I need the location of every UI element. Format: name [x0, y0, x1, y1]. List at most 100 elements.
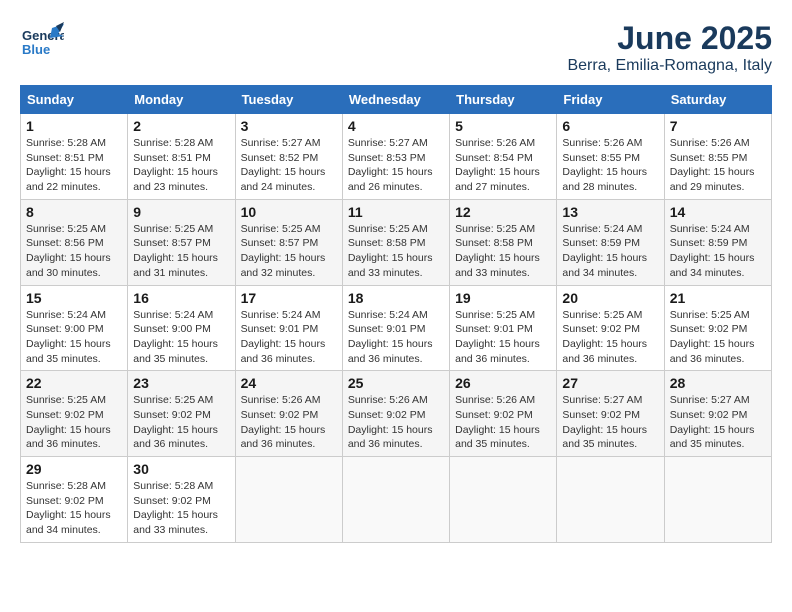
calendar-day-cell: 12 Sunrise: 5:25 AM Sunset: 8:58 PM Dayl…	[450, 199, 557, 285]
sunset-text: Sunset: 9:00 PM	[133, 323, 211, 335]
day-number: 17	[241, 290, 337, 306]
day-number: 15	[26, 290, 122, 306]
day-number: 16	[133, 290, 229, 306]
day-number: 23	[133, 375, 229, 391]
sunrise-text: Sunrise: 5:25 AM	[348, 223, 428, 235]
daylight-text: Daylight: 15 hours and 35 minutes.	[455, 424, 540, 451]
day-number: 22	[26, 375, 122, 391]
daylight-text: Daylight: 15 hours and 34 minutes.	[670, 252, 755, 279]
calendar-day-cell: 25 Sunrise: 5:26 AM Sunset: 9:02 PM Dayl…	[342, 371, 449, 457]
calendar-day-cell: 9 Sunrise: 5:25 AM Sunset: 8:57 PM Dayli…	[128, 199, 235, 285]
daylight-text: Daylight: 15 hours and 36 minutes.	[348, 424, 433, 451]
day-number: 6	[562, 118, 658, 134]
title-block: June 2025 Berra, Emilia-Romagna, Italy	[567, 20, 772, 75]
daylight-text: Daylight: 15 hours and 36 minutes.	[26, 424, 111, 451]
header-sunday: Sunday	[21, 86, 128, 114]
daylight-text: Daylight: 15 hours and 22 minutes.	[26, 166, 111, 193]
day-number: 27	[562, 375, 658, 391]
sunrise-text: Sunrise: 5:25 AM	[562, 309, 642, 321]
sunrise-text: Sunrise: 5:24 AM	[562, 223, 642, 235]
sunset-text: Sunset: 8:57 PM	[133, 237, 211, 249]
calendar-day-cell: 14 Sunrise: 5:24 AM Sunset: 8:59 PM Dayl…	[664, 199, 771, 285]
day-info: Sunrise: 5:25 AM Sunset: 9:02 PM Dayligh…	[26, 393, 122, 452]
day-number: 28	[670, 375, 766, 391]
day-number: 3	[241, 118, 337, 134]
calendar-day-cell: 18 Sunrise: 5:24 AM Sunset: 9:01 PM Dayl…	[342, 285, 449, 371]
day-info: Sunrise: 5:24 AM Sunset: 8:59 PM Dayligh…	[670, 222, 766, 281]
sunrise-text: Sunrise: 5:26 AM	[455, 394, 535, 406]
day-info: Sunrise: 5:26 AM Sunset: 9:02 PM Dayligh…	[348, 393, 444, 452]
calendar-day-cell: 1 Sunrise: 5:28 AM Sunset: 8:51 PM Dayli…	[21, 114, 128, 200]
daylight-text: Daylight: 15 hours and 35 minutes.	[562, 424, 647, 451]
sunset-text: Sunset: 9:01 PM	[348, 323, 426, 335]
day-info: Sunrise: 5:27 AM Sunset: 8:53 PM Dayligh…	[348, 136, 444, 195]
logo: General Blue	[20, 20, 64, 64]
daylight-text: Daylight: 15 hours and 36 minutes.	[455, 338, 540, 365]
daylight-text: Daylight: 15 hours and 36 minutes.	[241, 424, 326, 451]
location-subtitle: Berra, Emilia-Romagna, Italy	[567, 57, 772, 75]
day-info: Sunrise: 5:26 AM Sunset: 8:54 PM Dayligh…	[455, 136, 551, 195]
day-info: Sunrise: 5:25 AM Sunset: 8:58 PM Dayligh…	[455, 222, 551, 281]
day-number: 5	[455, 118, 551, 134]
logo-icon: General Blue	[20, 20, 64, 64]
header-thursday: Thursday	[450, 86, 557, 114]
calendar-day-cell: 26 Sunrise: 5:26 AM Sunset: 9:02 PM Dayl…	[450, 371, 557, 457]
day-info: Sunrise: 5:28 AM Sunset: 8:51 PM Dayligh…	[26, 136, 122, 195]
sunrise-text: Sunrise: 5:25 AM	[455, 223, 535, 235]
calendar-day-cell: 17 Sunrise: 5:24 AM Sunset: 9:01 PM Dayl…	[235, 285, 342, 371]
sunrise-text: Sunrise: 5:25 AM	[670, 309, 750, 321]
calendar-week-row: 22 Sunrise: 5:25 AM Sunset: 9:02 PM Dayl…	[21, 371, 772, 457]
day-info: Sunrise: 5:25 AM Sunset: 9:02 PM Dayligh…	[670, 308, 766, 367]
sunset-text: Sunset: 8:53 PM	[348, 152, 426, 164]
day-number: 8	[26, 204, 122, 220]
sunrise-text: Sunrise: 5:28 AM	[133, 480, 213, 492]
sunset-text: Sunset: 9:02 PM	[26, 495, 104, 507]
calendar-day-cell: 15 Sunrise: 5:24 AM Sunset: 9:00 PM Dayl…	[21, 285, 128, 371]
calendar-day-cell: 30 Sunrise: 5:28 AM Sunset: 9:02 PM Dayl…	[128, 457, 235, 543]
sunset-text: Sunset: 9:02 PM	[241, 409, 319, 421]
day-info: Sunrise: 5:25 AM Sunset: 9:01 PM Dayligh…	[455, 308, 551, 367]
daylight-text: Daylight: 15 hours and 30 minutes.	[26, 252, 111, 279]
day-number: 29	[26, 461, 122, 477]
sunset-text: Sunset: 8:52 PM	[241, 152, 319, 164]
sunset-text: Sunset: 9:01 PM	[455, 323, 533, 335]
day-info: Sunrise: 5:24 AM Sunset: 9:01 PM Dayligh…	[241, 308, 337, 367]
sunrise-text: Sunrise: 5:28 AM	[26, 137, 106, 149]
calendar-day-cell: 3 Sunrise: 5:27 AM Sunset: 8:52 PM Dayli…	[235, 114, 342, 200]
empty-day-cell	[450, 457, 557, 543]
calendar-day-cell: 10 Sunrise: 5:25 AM Sunset: 8:57 PM Dayl…	[235, 199, 342, 285]
calendar-day-cell: 11 Sunrise: 5:25 AM Sunset: 8:58 PM Dayl…	[342, 199, 449, 285]
daylight-text: Daylight: 15 hours and 33 minutes.	[455, 252, 540, 279]
day-info: Sunrise: 5:25 AM Sunset: 8:57 PM Dayligh…	[241, 222, 337, 281]
day-info: Sunrise: 5:25 AM Sunset: 8:58 PM Dayligh…	[348, 222, 444, 281]
sunrise-text: Sunrise: 5:28 AM	[26, 480, 106, 492]
day-info: Sunrise: 5:26 AM Sunset: 8:55 PM Dayligh…	[670, 136, 766, 195]
sunrise-text: Sunrise: 5:24 AM	[348, 309, 428, 321]
daylight-text: Daylight: 15 hours and 36 minutes.	[670, 338, 755, 365]
sunrise-text: Sunrise: 5:25 AM	[133, 223, 213, 235]
sunset-text: Sunset: 8:56 PM	[26, 237, 104, 249]
calendar-day-cell: 24 Sunrise: 5:26 AM Sunset: 9:02 PM Dayl…	[235, 371, 342, 457]
day-number: 25	[348, 375, 444, 391]
sunrise-text: Sunrise: 5:27 AM	[670, 394, 750, 406]
sunset-text: Sunset: 9:02 PM	[348, 409, 426, 421]
sunset-text: Sunset: 9:02 PM	[670, 409, 748, 421]
day-info: Sunrise: 5:27 AM Sunset: 8:52 PM Dayligh…	[241, 136, 337, 195]
day-info: Sunrise: 5:28 AM Sunset: 8:51 PM Dayligh…	[133, 136, 229, 195]
calendar-day-cell: 13 Sunrise: 5:24 AM Sunset: 8:59 PM Dayl…	[557, 199, 664, 285]
day-info: Sunrise: 5:27 AM Sunset: 9:02 PM Dayligh…	[670, 393, 766, 452]
calendar-week-row: 15 Sunrise: 5:24 AM Sunset: 9:00 PM Dayl…	[21, 285, 772, 371]
sunrise-text: Sunrise: 5:25 AM	[133, 394, 213, 406]
day-number: 9	[133, 204, 229, 220]
day-number: 13	[562, 204, 658, 220]
daylight-text: Daylight: 15 hours and 34 minutes.	[26, 509, 111, 536]
sunset-text: Sunset: 9:02 PM	[26, 409, 104, 421]
calendar-day-cell: 6 Sunrise: 5:26 AM Sunset: 8:55 PM Dayli…	[557, 114, 664, 200]
sunset-text: Sunset: 8:55 PM	[562, 152, 640, 164]
day-info: Sunrise: 5:27 AM Sunset: 9:02 PM Dayligh…	[562, 393, 658, 452]
sunset-text: Sunset: 9:02 PM	[562, 409, 640, 421]
day-number: 21	[670, 290, 766, 306]
day-number: 7	[670, 118, 766, 134]
header-tuesday: Tuesday	[235, 86, 342, 114]
weekday-header-row: Sunday Monday Tuesday Wednesday Thursday…	[21, 86, 772, 114]
